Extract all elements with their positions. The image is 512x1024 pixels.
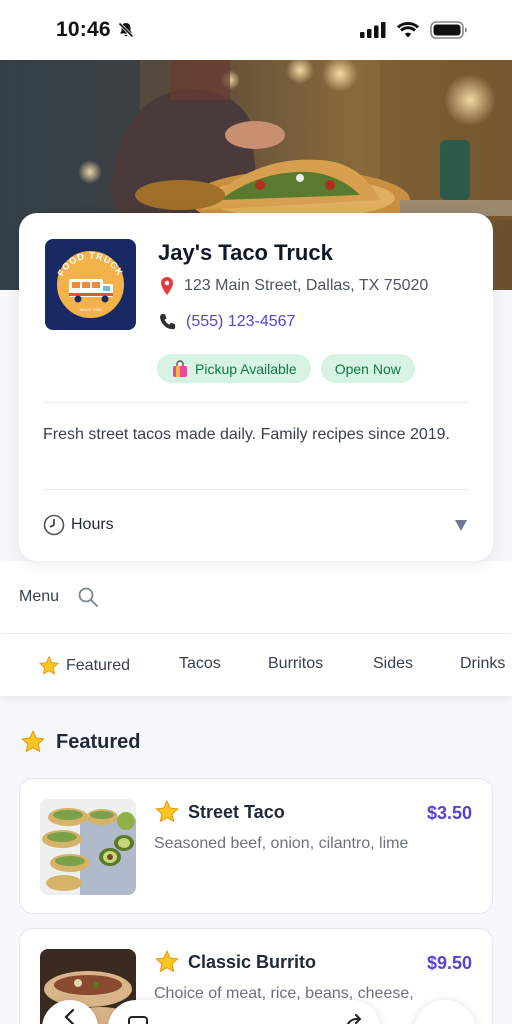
open-now-label: Open Now: [334, 360, 401, 377]
item-name: Classic Burrito: [188, 951, 317, 972]
menu-item-card[interactable]: Street Taco $3.50 Seasoned beef, onion, …: [19, 778, 493, 914]
star-icon: [38, 655, 60, 675]
restaurant-description: Fresh street tacos made daily. Family re…: [43, 426, 450, 443]
address-row[interactable]: 123 Main Street, Dallas, TX 75020: [158, 276, 428, 296]
tab-drinks-label: Drinks: [460, 655, 506, 672]
clock-icon: [43, 514, 65, 536]
cellular-signal-icon: [360, 22, 386, 38]
status-bar: 10:46: [0, 0, 512, 60]
status-icons: [360, 21, 468, 39]
status-time: 10:46: [56, 18, 111, 41]
open-now-badge: Open Now: [320, 354, 415, 383]
phone-row[interactable]: (555) 123-4567: [158, 312, 295, 332]
hours-toggle[interactable]: Hours: [43, 512, 469, 538]
item-price: $9.50: [426, 953, 472, 973]
item-description: Seasoned beef, onion, cilantro, lime: [154, 835, 409, 852]
item-name-row: Classic Burrito: [154, 949, 316, 975]
badges: Pickup Available Open Now: [157, 354, 415, 383]
tab-featured-label: Featured: [66, 657, 131, 674]
category-tabs: Featured Tacos Burritos Sides Drinks: [0, 634, 512, 696]
search-icon[interactable]: [77, 586, 99, 608]
item-price: $3.50: [426, 803, 472, 823]
menu-header: Menu: [0, 561, 512, 634]
item-name: Street Taco: [188, 801, 285, 822]
tabs-icon: [128, 1016, 148, 1024]
tab-tacos[interactable]: Tacos: [179, 655, 221, 673]
address-text: 123 Main Street, Dallas, TX 75020: [184, 277, 429, 294]
item-name-row: Street Taco: [154, 799, 285, 825]
tab-burritos[interactable]: Burritos: [268, 655, 323, 673]
tab-tacos-label: Tacos: [179, 655, 221, 672]
battery-icon: [430, 21, 467, 39]
hours-left: Hours: [43, 514, 114, 536]
tab-sides[interactable]: Sides: [373, 655, 413, 673]
divider: [43, 489, 469, 490]
restaurant-logo: FOOD TRUCK SINCE 1998: [45, 239, 136, 330]
star-icon: [155, 799, 179, 823]
tab-burritos-label: Burritos: [268, 655, 324, 672]
section-title: Featured: [20, 729, 140, 755]
section-title-label: Featured: [56, 730, 141, 753]
wifi-icon: [397, 21, 419, 38]
pickup-badge-label: Pickup Available: [195, 360, 297, 377]
street-taco-image: [40, 799, 136, 895]
chevron-down-icon[interactable]: [455, 519, 467, 531]
hours-label: Hours: [71, 516, 114, 533]
tab-drinks[interactable]: Drinks: [460, 655, 505, 673]
svg-text:SINCE 1998: SINCE 1998: [79, 307, 102, 312]
browser-toolbar[interactable]: [108, 1000, 380, 1024]
star-icon: [21, 729, 45, 753]
pin-icon: [161, 277, 173, 295]
phone-icon: [160, 314, 176, 330]
share-icon: [346, 1014, 362, 1024]
star-icon: [155, 949, 179, 973]
restaurant-info-card: FOOD TRUCK SINCE 1998 Jay's Taco Truck 1…: [19, 213, 493, 561]
menu-label: Menu: [19, 588, 60, 605]
shopping-bag-icon: [173, 359, 187, 377]
divider: [43, 402, 469, 403]
chevron-left-icon: [64, 1008, 75, 1024]
tab-sides-label: Sides: [373, 655, 414, 672]
restaurant-name: Jay's Taco Truck: [158, 240, 333, 265]
tab-featured[interactable]: Featured: [38, 655, 130, 677]
pickup-badge: Pickup Available: [157, 354, 311, 383]
phone-link[interactable]: (555) 123-4567: [186, 313, 295, 331]
time-group: 10:46: [56, 18, 135, 42]
bell-muted-icon: [118, 22, 134, 38]
